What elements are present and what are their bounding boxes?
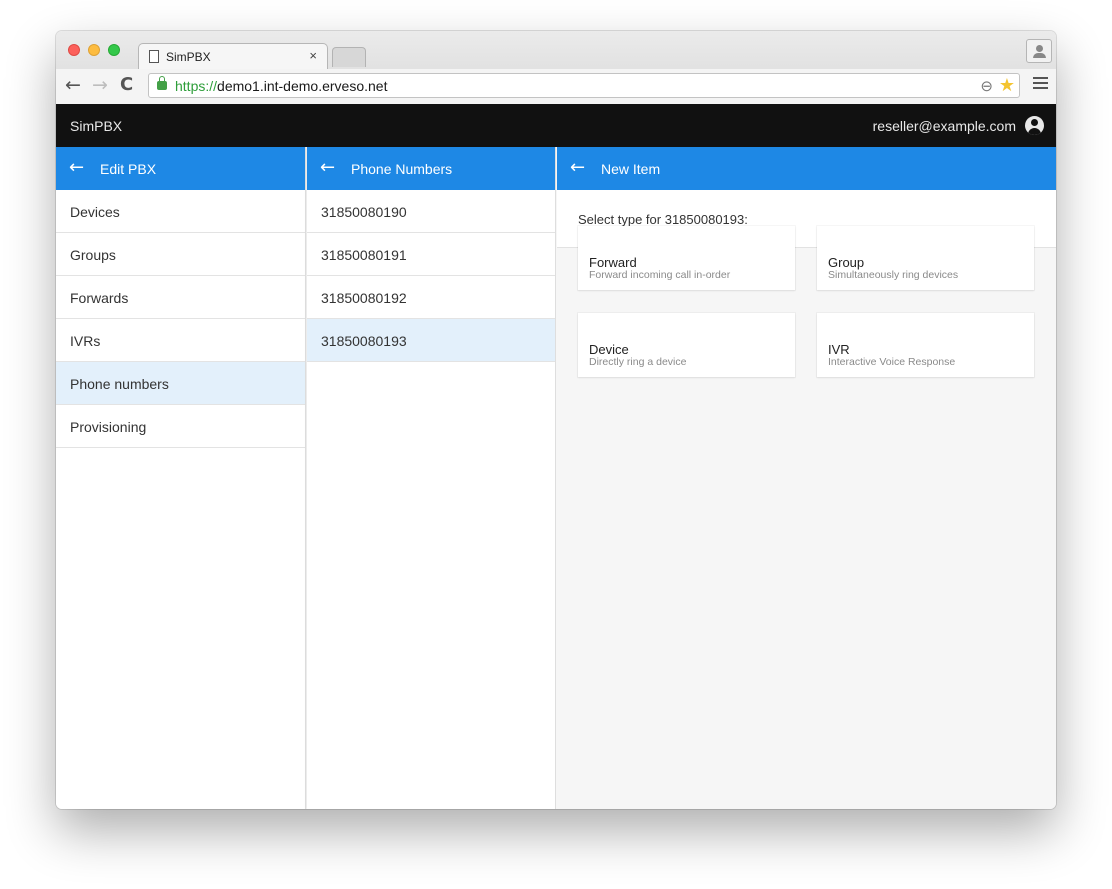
reload-icon[interactable]: C (120, 75, 133, 95)
window-minimize-button[interactable] (88, 44, 100, 56)
phone-numbers-panel: ← Phone Numbers 31850080190 31850080191 … (307, 147, 556, 809)
app-header: SimPBX reseller@example.com (56, 104, 1056, 147)
nav-item-forwards[interactable]: Forwards (56, 276, 305, 319)
back-arrow-icon[interactable]: ← (320, 157, 335, 178)
tab-title: SimPBX (166, 50, 211, 64)
tab-close-icon[interactable]: × (309, 48, 317, 63)
panel-title: New Item (601, 161, 661, 177)
type-card-group[interactable]: Group Simultaneously ring devices (817, 226, 1034, 290)
new-tab-button[interactable] (332, 47, 366, 67)
browser-window: SimPBX × ← → C https://demo1.int-demo.er… (56, 31, 1056, 809)
browser-menu-icon[interactable] (1033, 77, 1048, 89)
edit-pbx-panel: ← Edit PBX Devices Groups Forwards IVRs … (56, 147, 306, 809)
account-circle-icon[interactable] (1025, 116, 1044, 135)
card-title: Device (589, 342, 629, 357)
back-arrow-icon[interactable]: ← (65, 75, 81, 95)
url-host: demo1.int-demo.erveso.net (217, 78, 388, 94)
card-description: Simultaneously ring devices (828, 269, 959, 281)
back-arrow-icon[interactable]: ← (570, 157, 585, 178)
url-scheme: https:// (175, 78, 218, 94)
back-arrow-icon[interactable]: ← (69, 157, 84, 178)
type-card-device[interactable]: Device Directly ring a device (578, 313, 795, 377)
phone-number-item[interactable]: 31850080190 (307, 190, 555, 233)
type-card-forward[interactable]: Forward Forward incoming call in-order (578, 226, 795, 290)
user-email[interactable]: reseller@example.com (873, 118, 1016, 134)
nav-item-groups[interactable]: Groups (56, 233, 305, 276)
window-maximize-button[interactable] (108, 44, 120, 56)
card-description: Interactive Voice Response (828, 356, 956, 368)
lock-icon (157, 76, 167, 90)
phone-numbers-header: ← Phone Numbers (307, 147, 555, 190)
type-card-ivr[interactable]: IVR Interactive Voice Response (817, 313, 1034, 377)
phone-number-item[interactable]: 31850080191 (307, 233, 555, 276)
browser-tab[interactable]: SimPBX × (138, 43, 328, 69)
window-close-button[interactable] (68, 44, 80, 56)
phone-number-item[interactable]: 31850080192 (307, 276, 555, 319)
edit-pbx-header: ← Edit PBX (56, 147, 305, 190)
url-text: https://demo1.int-demo.erveso.net (175, 78, 387, 94)
phone-number-item-selected[interactable]: 31850080193 (307, 319, 555, 362)
nav-item-phone-numbers[interactable]: Phone numbers (56, 362, 305, 405)
card-description: Forward incoming call in-order (589, 269, 731, 281)
address-bar[interactable]: https://demo1.int-demo.erveso.net ⊖ ★ (148, 73, 1020, 98)
card-description: Directly ring a device (589, 356, 687, 368)
app-title: SimPBX (70, 118, 123, 134)
forward-arrow-icon[interactable]: → (92, 75, 108, 95)
panel-title: Edit PBX (100, 161, 157, 177)
zoom-icon[interactable]: ⊖ (980, 77, 993, 95)
card-title: IVR (828, 342, 850, 357)
new-item-header: ← New Item (557, 147, 1056, 190)
browser-toolbar: ← → C https://demo1.int-demo.erveso.net … (56, 69, 1056, 104)
nav-item-provisioning[interactable]: Provisioning (56, 405, 305, 448)
bookmark-star-icon[interactable]: ★ (999, 75, 1015, 96)
browser-profile-button[interactable] (1026, 39, 1052, 63)
panel-title: Phone Numbers (351, 161, 453, 177)
document-icon (149, 50, 159, 63)
card-title: Group (828, 255, 865, 270)
card-title: Forward (589, 255, 637, 270)
person-icon (1036, 45, 1043, 52)
nav-item-ivrs[interactable]: IVRs (56, 319, 305, 362)
nav-item-devices[interactable]: Devices (56, 190, 305, 233)
browser-chrome: SimPBX × ← → C https://demo1.int-demo.er… (56, 31, 1056, 104)
new-item-panel: ← New Item Select type for 31850080193: … (557, 147, 1056, 809)
